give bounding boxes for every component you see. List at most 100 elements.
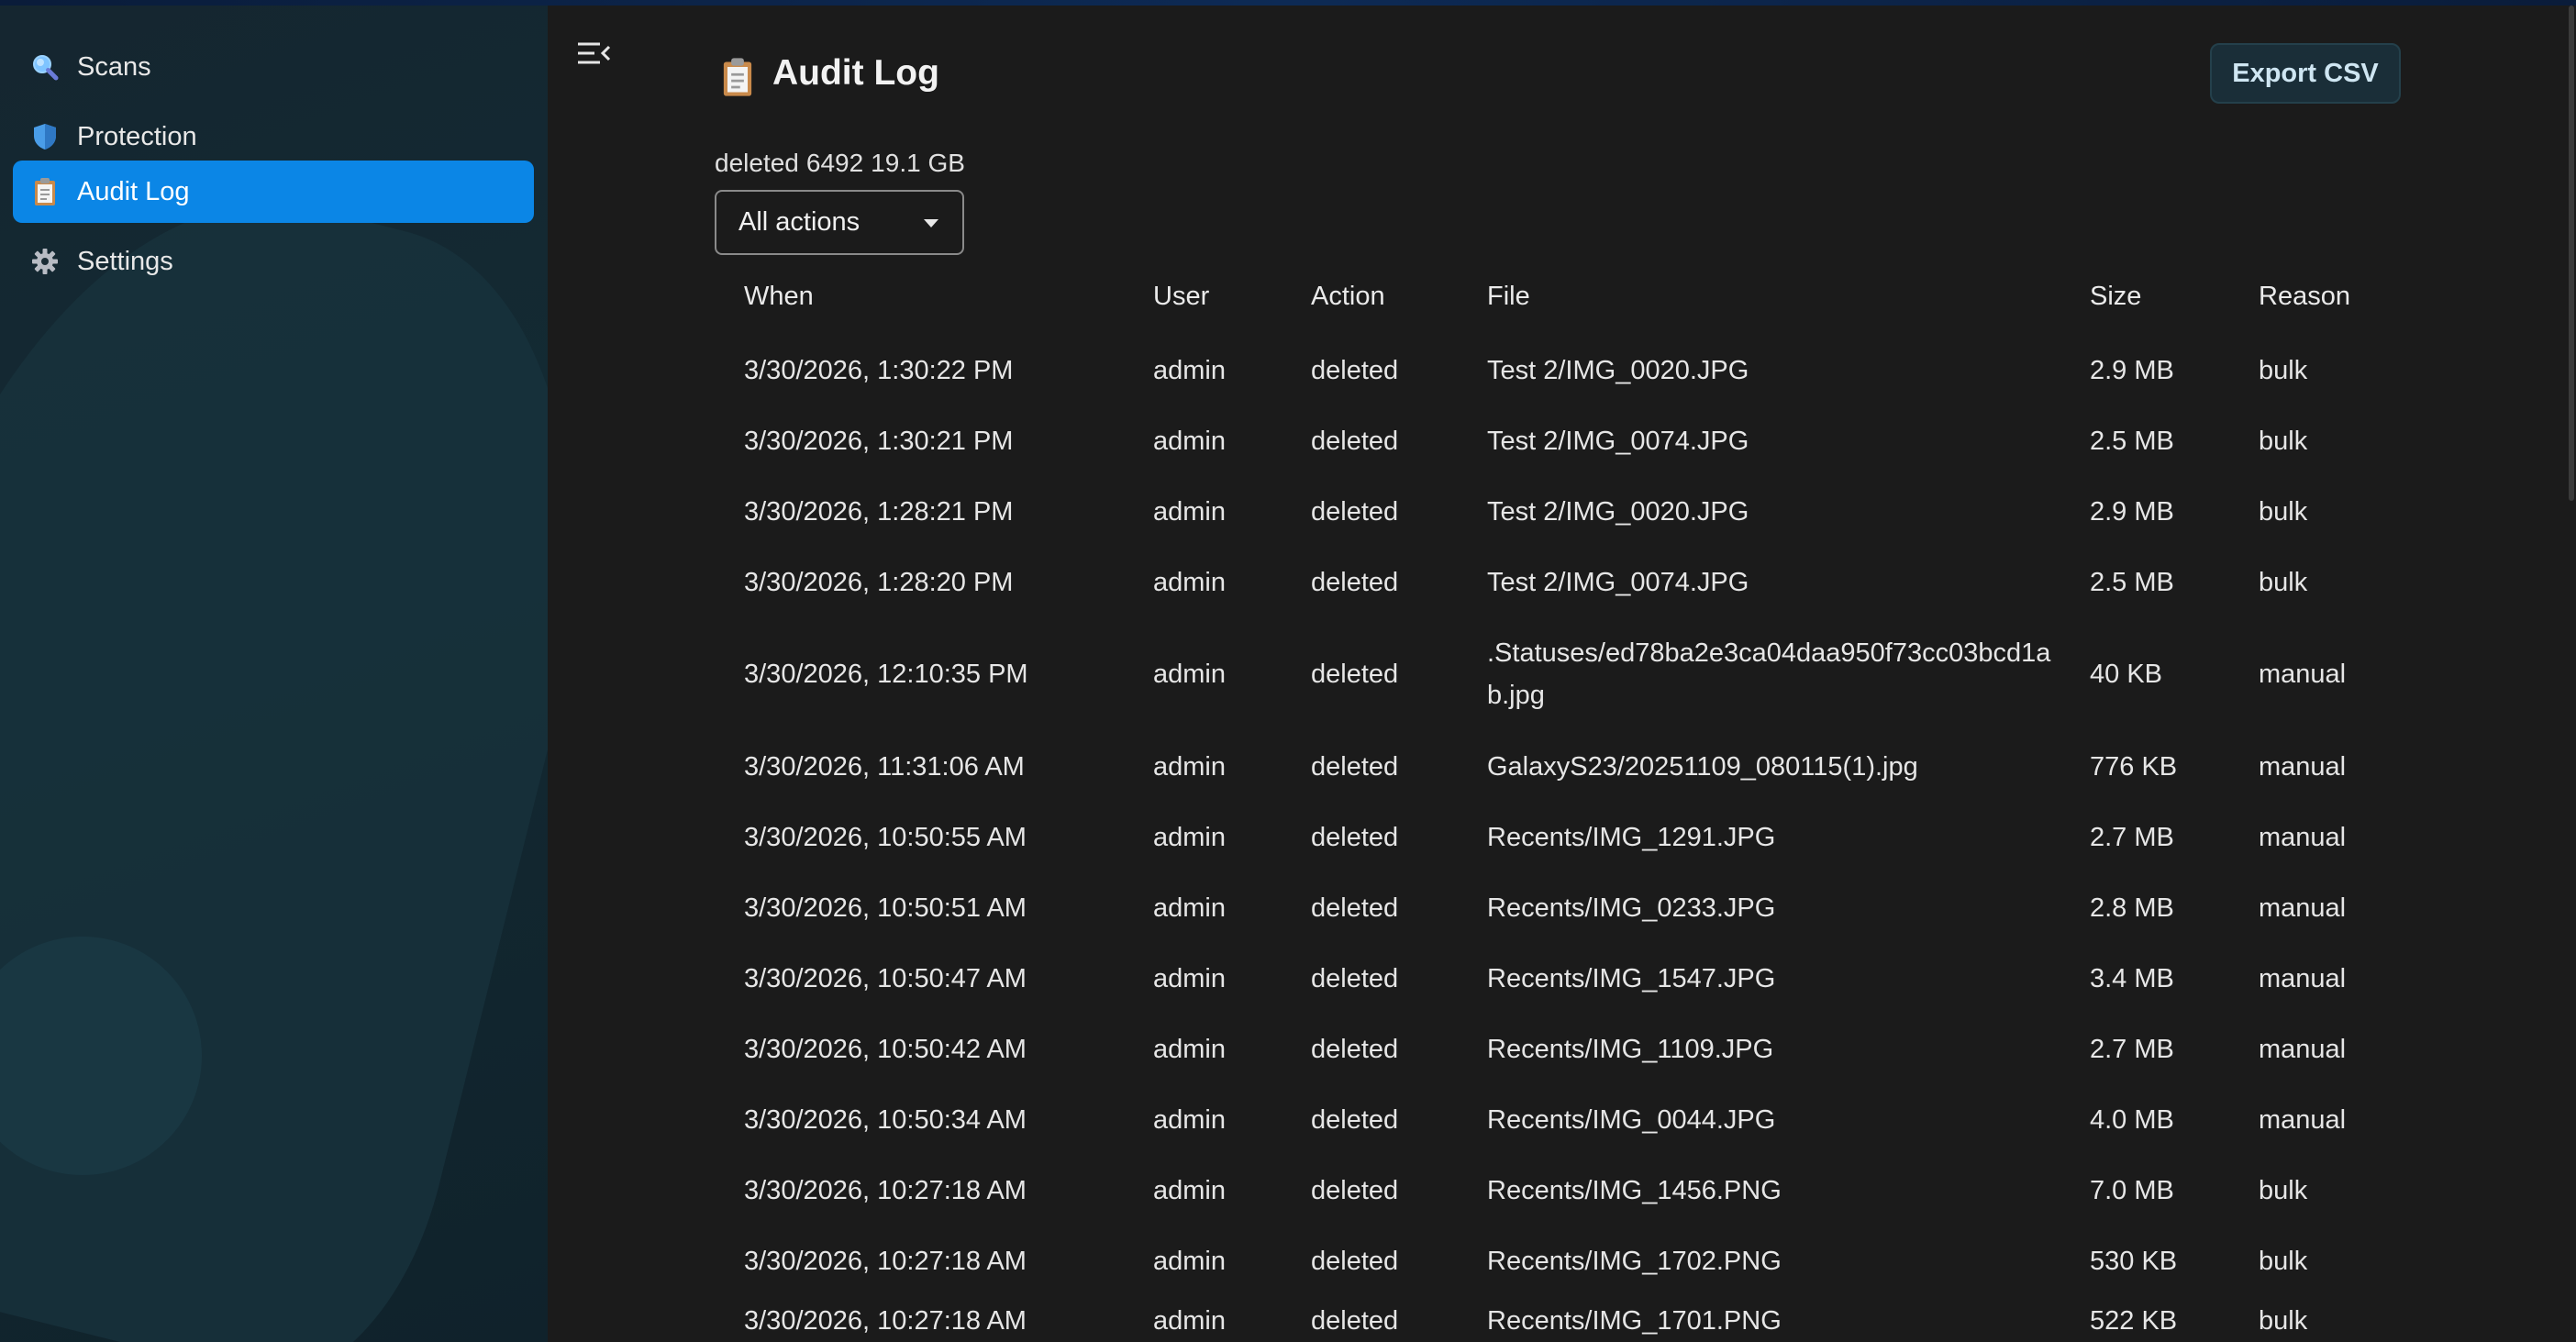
cell-reason: manual: [2259, 751, 2347, 782]
vertical-scrollbar[interactable]: [2569, 6, 2574, 501]
table-row[interactable]: 3/30/2026, 10:50:42 AM admin deleted Rec…: [715, 1014, 2366, 1084]
collapse-sidebar-button[interactable]: [576, 37, 613, 70]
cell-size: 2.9 MB: [2090, 355, 2174, 385]
cell-size: 4.0 MB: [2090, 1104, 2174, 1135]
clipboard-icon: [719, 57, 756, 97]
cell-size: 7.0 MB: [2090, 1175, 2174, 1205]
cell-action: deleted: [1311, 426, 1399, 456]
cell-size: 3.4 MB: [2090, 963, 2174, 993]
cell-user: admin: [1153, 567, 1226, 597]
column-header-action[interactable]: Action: [1311, 264, 1476, 328]
cell-reason: bulk: [2259, 496, 2308, 527]
column-header-size[interactable]: Size: [2090, 264, 2237, 328]
cell-file: Test 2/IMG_0074.JPG: [1487, 567, 1749, 597]
sidebar-item-audit-log[interactable]: Audit Log: [13, 161, 534, 223]
cell-file: Recents/IMG_0044.JPG: [1487, 1104, 1776, 1135]
cell-action: deleted: [1311, 751, 1399, 782]
cell-when: 3/30/2026, 10:50:55 AM: [744, 822, 1027, 852]
cell-reason: bulk: [2259, 567, 2308, 597]
search-icon: [29, 51, 61, 83]
cell-action: deleted: [1311, 1104, 1399, 1135]
cell-size: 2.5 MB: [2090, 567, 2174, 597]
cell-user: admin: [1153, 893, 1226, 923]
cell-user: admin: [1153, 822, 1226, 852]
shield-icon: [29, 121, 61, 152]
cell-when: 3/30/2026, 10:27:18 AM: [744, 1246, 1027, 1276]
cell-user: admin: [1153, 1104, 1226, 1135]
sidebar-item-settings[interactable]: Settings: [13, 230, 534, 293]
sidebar-item-label: Settings: [77, 246, 173, 276]
table-row[interactable]: 3/30/2026, 11:31:06 AM admin deleted Gal…: [715, 731, 2366, 802]
table-row[interactable]: 3/30/2026, 10:27:18 AM admin deleted Rec…: [715, 1226, 2366, 1296]
cell-file: Recents/IMG_0233.JPG: [1487, 893, 1776, 923]
cell-action: deleted: [1311, 1175, 1399, 1205]
table-row[interactable]: 3/30/2026, 12:10:35 PM admin deleted .St…: [715, 617, 2366, 731]
cell-file: .Statuses/ed78ba2e3ca04daa950f73cc03bcd1…: [1487, 638, 2051, 710]
cell-size: 530 KB: [2090, 1246, 2178, 1276]
cell-size: 522 KB: [2090, 1306, 2178, 1336]
export-csv-button[interactable]: Export CSV: [2210, 43, 2401, 104]
cell-reason: bulk: [2259, 1175, 2308, 1205]
action-filter-value: All actions: [738, 207, 861, 237]
cell-file: Test 2/IMG_0074.JPG: [1487, 426, 1749, 456]
cell-reason: bulk: [2259, 426, 2308, 456]
cell-when: 3/30/2026, 12:10:35 PM: [744, 660, 1028, 689]
cell-user: admin: [1153, 1034, 1226, 1064]
table-row[interactable]: 3/30/2026, 1:28:20 PM admin deleted Test…: [715, 547, 2366, 617]
sidebar-item-scans[interactable]: Scans: [13, 36, 534, 98]
cell-size: 2.5 MB: [2090, 426, 2174, 456]
table-row[interactable]: 3/30/2026, 10:27:18 AM admin deleted Rec…: [715, 1155, 2366, 1226]
cell-user: admin: [1153, 1306, 1226, 1336]
cell-file: Test 2/IMG_0020.JPG: [1487, 355, 1749, 385]
page-title: Audit Log: [772, 53, 939, 93]
cell-when: 3/30/2026, 1:30:22 PM: [744, 355, 1014, 385]
cell-size: 2.8 MB: [2090, 893, 2174, 923]
summary-action: deleted: [715, 149, 799, 177]
sidebar-item-label: Protection: [77, 121, 197, 151]
cell-user: admin: [1153, 963, 1226, 993]
cell-when: 3/30/2026, 10:27:18 AM: [744, 1175, 1027, 1205]
table-row[interactable]: 3/30/2026, 10:50:34 AM admin deleted Rec…: [715, 1084, 2366, 1155]
cell-reason: manual: [2259, 660, 2347, 689]
column-header-reason[interactable]: Reason: [2259, 264, 2387, 328]
cell-file: Recents/IMG_1109.JPG: [1487, 1034, 1774, 1064]
cell-action: deleted: [1311, 1306, 1399, 1336]
cell-reason: manual: [2259, 963, 2347, 993]
cell-reason: bulk: [2259, 355, 2308, 385]
cell-user: admin: [1153, 426, 1226, 456]
cell-reason: bulk: [2259, 1306, 2308, 1336]
cell-user: admin: [1153, 751, 1226, 782]
cell-size: 776 KB: [2090, 751, 2178, 782]
menu-collapse-icon: [578, 42, 611, 64]
cell-when: 3/30/2026, 10:50:34 AM: [744, 1104, 1027, 1135]
cell-reason: manual: [2259, 1034, 2347, 1064]
cell-when: 3/30/2026, 10:50:42 AM: [744, 1034, 1027, 1064]
table-row[interactable]: 3/30/2026, 10:50:55 AM admin deleted Rec…: [715, 802, 2366, 872]
table-row[interactable]: 3/30/2026, 10:27:18 AM admin deleted Rec…: [715, 1296, 2366, 1342]
column-header-when[interactable]: When: [744, 264, 1148, 328]
table-row[interactable]: 3/30/2026, 1:28:21 PM admin deleted Test…: [715, 476, 2366, 547]
cell-when: 3/30/2026, 10:50:51 AM: [744, 893, 1027, 923]
summary-total-size: 19.1 GB: [871, 149, 965, 177]
table-row[interactable]: 3/30/2026, 1:30:21 PM admin deleted Test…: [715, 405, 2366, 476]
cell-user: admin: [1153, 355, 1226, 385]
cell-action: deleted: [1311, 660, 1399, 689]
column-header-file[interactable]: File: [1487, 264, 2056, 328]
cell-file: Recents/IMG_1456.PNG: [1487, 1175, 1782, 1205]
sidebar-item-label: Scans: [77, 51, 151, 82]
chevron-down-icon: [924, 219, 938, 227]
gear-icon: [29, 246, 61, 277]
table-row[interactable]: 3/30/2026, 10:50:47 AM admin deleted Rec…: [715, 943, 2366, 1014]
cell-size: 2.9 MB: [2090, 496, 2174, 527]
cell-action: deleted: [1311, 567, 1399, 597]
audit-summary: deleted 6492 19.1 GB: [715, 149, 972, 178]
sidebar-item-protection[interactable]: Protection: [13, 105, 534, 168]
cell-file: Recents/IMG_1547.JPG: [1487, 963, 1776, 993]
table-row[interactable]: 3/30/2026, 1:30:22 PM admin deleted Test…: [715, 335, 2366, 405]
action-filter-select[interactable]: All actions: [715, 190, 964, 255]
cell-when: 3/30/2026, 1:28:20 PM: [744, 567, 1014, 597]
table-row[interactable]: 3/30/2026, 10:50:51 AM admin deleted Rec…: [715, 872, 2366, 943]
cell-file: Recents/IMG_1291.JPG: [1487, 822, 1776, 852]
cell-action: deleted: [1311, 355, 1399, 385]
column-header-user[interactable]: User: [1153, 264, 1300, 328]
